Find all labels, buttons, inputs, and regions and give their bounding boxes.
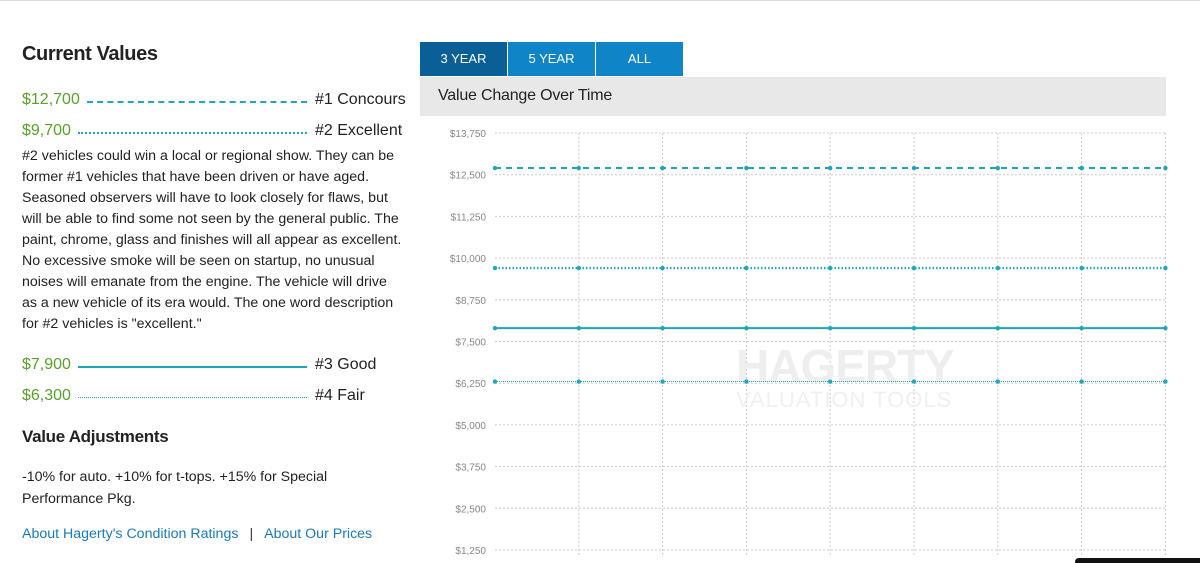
condition-ratings-link[interactable]: About Hagerty's Condition Ratings: [22, 526, 238, 542]
series-point[interactable]: [1079, 379, 1084, 384]
series-point[interactable]: [828, 165, 833, 171]
y-tick-label: $8,750: [455, 296, 486, 307]
tab-5-year[interactable]: 5 YEAR: [508, 42, 595, 76]
price-good: $7,900: [22, 356, 71, 373]
value-row-concours: $12,700 #1 Concours: [22, 90, 407, 112]
series-point[interactable]: [911, 325, 917, 331]
good-line-swatch: [78, 366, 307, 368]
info-links: About Hagerty's Condition Ratings | About …: [22, 526, 372, 542]
price-concours: $12,700: [22, 91, 80, 108]
y-tick-label: $13,750: [450, 129, 487, 140]
series-point[interactable]: [1163, 379, 1168, 384]
y-axis-ticks: $13,750 $12,500 $11,250 $10,000 $8,750 $7,500…: [450, 129, 487, 557]
value-row-excellent: $9,700 #2 Excellent: [22, 121, 407, 143]
series-point[interactable]: [576, 325, 581, 331]
y-tick-label: $2,500: [455, 504, 486, 515]
our-prices-link[interactable]: About Our Prices: [264, 526, 372, 542]
series-point[interactable]: [995, 325, 1000, 331]
y-tick-label: $10,000: [450, 254, 487, 265]
series-point[interactable]: [492, 325, 498, 331]
series-point[interactable]: [995, 165, 1000, 171]
page-corner-element: [1075, 558, 1200, 563]
series-point[interactable]: [576, 265, 581, 271]
series-point[interactable]: [828, 325, 833, 331]
series-point[interactable]: [744, 165, 749, 171]
value-chart: HAGERTY VALUATION TOOLS $13,750$12,500$1…: [450, 129, 1168, 557]
label-excellent: #2 Excellent: [315, 122, 403, 139]
label-good: #3 Good: [315, 356, 377, 373]
series-point[interactable]: [744, 325, 749, 331]
fair-line-swatch: [78, 397, 307, 398]
series-point[interactable]: [660, 379, 665, 384]
series-point[interactable]: [995, 379, 1000, 384]
series-point[interactable]: [576, 165, 581, 171]
value-adjustments-title: Value Adjustments: [22, 427, 169, 446]
concours-line-swatch: [87, 101, 307, 103]
series-point[interactable]: [492, 265, 498, 271]
label-concours: #1 Concours: [315, 91, 406, 108]
series-point[interactable]: [660, 265, 665, 271]
series-point[interactable]: [744, 379, 749, 384]
series-point[interactable]: [995, 265, 1000, 271]
chart-title: Value Change Over Time: [438, 87, 613, 104]
label-fair: #4 Fair: [315, 387, 365, 404]
watermark-brand: HAGERTY: [736, 340, 954, 392]
chart-header: Value Change Over Time: [420, 77, 1166, 116]
watermark-logo: HAGERTY VALUATION TOOLS: [736, 340, 955, 412]
y-tick-label: $1,250: [455, 546, 486, 557]
range-tabs: 3 YEAR 5 YEAR ALL: [420, 42, 684, 76]
series-point[interactable]: [492, 379, 498, 384]
y-tick-label: $5,000: [455, 421, 486, 432]
tab-3-year[interactable]: 3 YEAR: [420, 42, 507, 76]
excellent-line-swatch: [78, 132, 307, 134]
series-point[interactable]: [1079, 265, 1084, 271]
series-point[interactable]: [1079, 165, 1084, 171]
y-tick-label: $11,250: [451, 212, 487, 223]
tab-all[interactable]: ALL: [596, 42, 683, 76]
series-point[interactable]: [911, 165, 917, 171]
value-row-good: $7,900 #3 Good: [22, 355, 407, 377]
series-point[interactable]: [828, 265, 833, 271]
series-point[interactable]: [1079, 325, 1084, 331]
series-point[interactable]: [744, 265, 749, 271]
series-point[interactable]: [911, 265, 917, 271]
link-separator: |: [249, 526, 254, 542]
series-point[interactable]: [1163, 325, 1168, 331]
y-tick-label: $6,250: [455, 379, 486, 390]
y-tick-label: $12,500: [450, 171, 487, 182]
top-divider: [0, 0, 1200, 1]
condition-description: #2 vehicles could win a local or regiona…: [22, 148, 402, 332]
series-point[interactable]: [1163, 265, 1168, 271]
y-tick-label: $3,750: [455, 463, 486, 474]
price-excellent: $9,700: [22, 122, 71, 139]
series-point[interactable]: [576, 379, 581, 384]
series-point[interactable]: [828, 379, 833, 384]
price-fair: $6,300: [22, 387, 71, 404]
value-adjustments-text: -10% for auto. +10% for t-tops. +15% for…: [22, 469, 328, 507]
series-point[interactable]: [492, 165, 498, 171]
current-values-title: Current Values: [22, 43, 158, 65]
series-point[interactable]: [911, 379, 917, 384]
y-tick-label: $7,500: [455, 338, 486, 349]
series-point[interactable]: [1163, 165, 1168, 171]
watermark-subtitle: VALUATION TOOLS: [736, 387, 952, 412]
value-row-fair: $6,300 #4 Fair: [22, 386, 407, 408]
series-point[interactable]: [660, 325, 665, 331]
series-point[interactable]: [660, 165, 665, 171]
